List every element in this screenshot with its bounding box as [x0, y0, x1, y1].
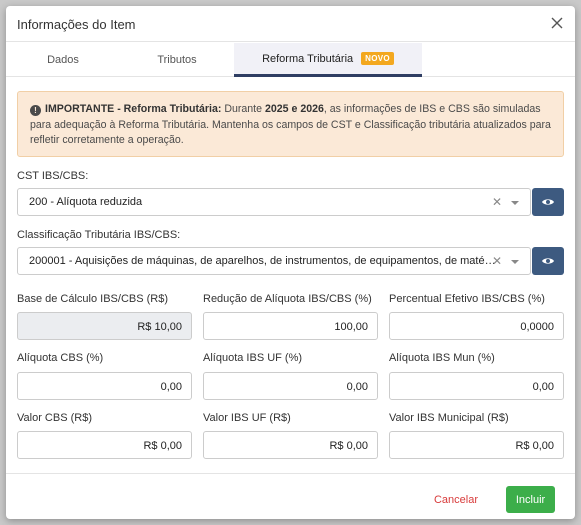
valor-ibs-mun-label: Valor IBS Municipal (R$) [389, 412, 509, 424]
cst-select[interactable]: 200 - Alíquota reduzida ✕ [17, 188, 531, 216]
eye-icon [542, 258, 554, 264]
valor-cbs-label: Valor CBS (R$) [17, 412, 92, 424]
clear-icon[interactable]: ✕ [492, 195, 502, 209]
tab-tributos[interactable]: Tributos [120, 43, 234, 77]
alert-text-1: Durante [221, 103, 265, 115]
alert-years: 2025 e 2026 [264, 103, 324, 115]
eye-icon [542, 199, 554, 205]
clear-icon[interactable]: ✕ [492, 254, 502, 268]
percentual-efetivo-field[interactable]: 0,0000 [389, 312, 564, 340]
base-calculo-label: Base de Cálculo IBS/CBS (R$) [17, 293, 169, 305]
tab-label: Dados [47, 54, 79, 66]
tab-reforma-tributaria[interactable]: Reforma Tributária NOVO [234, 43, 422, 77]
aliquota-cbs-label: Alíquota CBS (%) [17, 352, 104, 364]
classificacao-view-button[interactable] [532, 247, 564, 275]
valor-cbs-field[interactable]: R$ 0,00 [17, 431, 192, 459]
aliquota-ibs-mun-label: Alíquota IBS Mun (%) [389, 352, 495, 364]
item-info-modal: Informações do Item Dados Tributos Refor… [6, 6, 575, 519]
cst-value: 200 - Alíquota reduzida [29, 196, 143, 208]
valor-ibs-uf-field[interactable]: R$ 0,00 [203, 431, 378, 459]
reducao-label: Redução de Alíquota IBS/CBS (%) [203, 293, 372, 305]
submit-button[interactable]: Incluir [506, 486, 555, 513]
base-calculo-field: R$ 10,00 [17, 312, 192, 340]
modal-footer: Cancelar Incluir [6, 473, 575, 519]
valor-ibs-mun-field[interactable]: R$ 0,00 [389, 431, 564, 459]
reducao-field[interactable]: 100,00 [203, 312, 378, 340]
tab-bar: Dados Tributos Reforma Tributária NOVO [6, 43, 575, 77]
chevron-down-icon[interactable] [511, 201, 519, 205]
modal-header: Informações do Item [6, 6, 575, 42]
valor-ibs-uf-label: Valor IBS UF (R$) [203, 412, 291, 424]
close-icon[interactable] [549, 15, 565, 31]
aliquota-ibs-uf-label: Alíquota IBS UF (%) [203, 352, 303, 364]
modal-title: Informações do Item [17, 17, 136, 32]
tab-dados[interactable]: Dados [6, 43, 120, 77]
alert-lead: IMPORTANTE - Reforma Tributária: [45, 103, 222, 115]
aliquota-cbs-field[interactable]: 0,00 [17, 372, 192, 400]
tab-label: Reforma Tributária [262, 52, 354, 65]
cst-label: CST IBS/CBS: [17, 170, 89, 182]
aliquota-ibs-mun-field[interactable]: 0,00 [389, 372, 564, 400]
classificacao-value: 200001 - Aquisições de máquinas, de apar… [29, 255, 499, 267]
classificacao-select[interactable]: 200001 - Aquisições de máquinas, de apar… [17, 247, 531, 275]
cancel-button[interactable]: Cancelar [420, 487, 492, 513]
info-icon: ! [30, 105, 41, 116]
cst-view-button[interactable] [532, 188, 564, 216]
important-alert: ! IMPORTANTE - Reforma Tributária: Durant… [17, 91, 564, 157]
chevron-down-icon[interactable] [511, 260, 519, 264]
new-badge: NOVO [361, 52, 394, 65]
aliquota-ibs-uf-field[interactable]: 0,00 [203, 372, 378, 400]
percentual-efetivo-label: Percentual Efetivo IBS/CBS (%) [389, 293, 545, 305]
classificacao-label: Classificação Tributária IBS/CBS: [17, 229, 181, 241]
tab-label: Tributos [157, 54, 197, 66]
